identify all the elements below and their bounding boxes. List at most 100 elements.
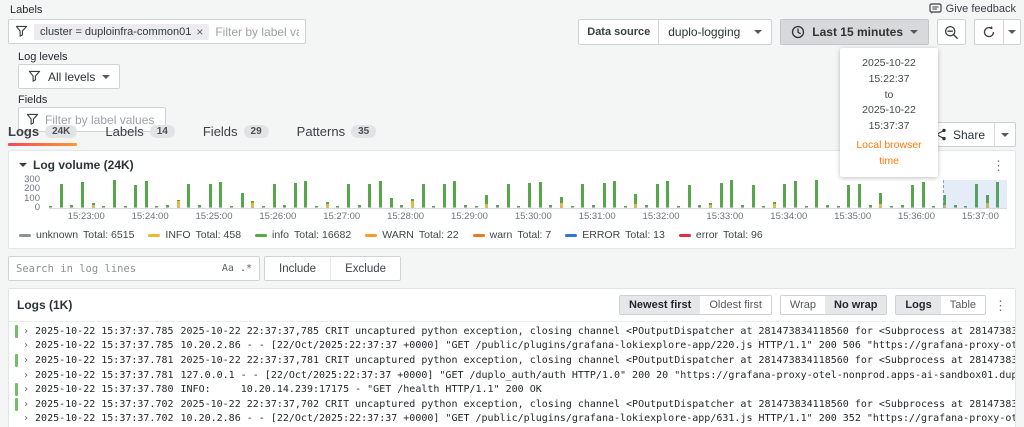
data-source-picker[interactable]: Data source duplo-logging bbox=[578, 19, 772, 45]
volume-bar bbox=[102, 206, 105, 207]
volume-bar bbox=[730, 207, 733, 208]
volume-bar bbox=[560, 203, 563, 207]
expand-row-icon[interactable]: › bbox=[23, 355, 29, 366]
log-row[interactable]: ›2025-10-22 15:37:37.780INFO: 10.20.14.2… bbox=[9, 382, 1015, 397]
logs-panel: Logs (1K) Newest firstOldest first WrapNo… bbox=[8, 288, 1016, 427]
volume-bar bbox=[358, 207, 361, 208]
expand-row-icon[interactable]: › bbox=[23, 384, 29, 395]
legend-item-WARN[interactable]: WARNTotal: 22 bbox=[365, 229, 458, 241]
volume-bar bbox=[251, 201, 254, 203]
volume-bar bbox=[177, 201, 180, 207]
tab-label: Logs bbox=[8, 124, 39, 139]
toggle-newest-first[interactable]: Newest first bbox=[620, 296, 700, 314]
label-filter-bar[interactable]: cluster = duploinfra-common01 × bbox=[8, 19, 306, 44]
x-axis-tick-label: 15:36:00 bbox=[898, 211, 935, 222]
legend-series-total: Total: 6515 bbox=[83, 229, 134, 241]
volume-bar bbox=[549, 207, 552, 208]
toggle-no-wrap[interactable]: No wrap bbox=[825, 296, 886, 314]
log-row[interactable]: ›2025-10-22 15:37:37.7022025-10-22 22:37… bbox=[9, 397, 1015, 412]
tab-patterns[interactable]: Patterns35 bbox=[297, 124, 377, 146]
log-levels-dropdown[interactable]: All levels bbox=[18, 64, 120, 89]
log-row[interactable]: ›2025-10-22 15:37:37.7852025-10-22 22:37… bbox=[9, 324, 1015, 339]
fields-section-title: Fields bbox=[18, 94, 47, 106]
volume-bar bbox=[858, 207, 861, 208]
volume-bar bbox=[592, 205, 595, 207]
volume-bar bbox=[698, 207, 701, 208]
tab-label: Labels bbox=[105, 124, 143, 139]
legend-item-error[interactable]: error Total: 96 bbox=[679, 229, 763, 241]
legend-series-name: warn bbox=[490, 229, 513, 241]
refresh-button[interactable] bbox=[975, 20, 1003, 44]
volume-bar bbox=[411, 201, 414, 207]
funnel-icon bbox=[28, 70, 41, 83]
legend-item-info[interactable]: infoTotal: 16682 bbox=[255, 229, 351, 241]
volume-bar bbox=[837, 206, 840, 207]
log-timestamp: 2025-10-22 15:37:37.785 bbox=[35, 340, 173, 351]
volume-bar bbox=[645, 205, 648, 207]
log-row[interactable]: ›2025-10-22 15:37:37.70210.20.2.86 - - [… bbox=[9, 412, 1015, 427]
volume-bar bbox=[773, 207, 776, 208]
expand-row-icon[interactable]: › bbox=[23, 326, 29, 337]
toggle-logs[interactable]: Logs bbox=[896, 296, 940, 314]
legend-series-total: Total: 96 bbox=[723, 229, 763, 241]
legend-series-name: error bbox=[696, 229, 718, 241]
log-row[interactable]: ›2025-10-22 15:37:37.7812025-10-22 22:37… bbox=[9, 353, 1015, 368]
case-sensitivity-toggle[interactable]: Aa bbox=[222, 263, 234, 274]
volume-bar bbox=[81, 207, 84, 208]
tooltip-timezone-note: Local browser time bbox=[846, 138, 932, 170]
volume-bar bbox=[847, 185, 850, 207]
share-options-dropdown[interactable] bbox=[994, 123, 1015, 146]
collapse-panel-icon[interactable] bbox=[19, 163, 27, 167]
give-feedback-link[interactable]: Give feedback bbox=[929, 3, 1016, 15]
zoom-out-button[interactable] bbox=[937, 19, 966, 45]
expand-row-icon[interactable]: › bbox=[23, 370, 29, 381]
volume-bar bbox=[666, 181, 669, 207]
volume-bar bbox=[613, 207, 616, 208]
tooltip-from: 2025-10-22 15:22:37 bbox=[846, 56, 932, 88]
expand-row-icon[interactable]: › bbox=[23, 399, 29, 410]
logs-title: Logs (1K) bbox=[17, 298, 72, 312]
expand-row-icon[interactable]: › bbox=[23, 340, 29, 351]
legend-item-unknown[interactable]: unknownTotal: 6515 bbox=[19, 229, 134, 241]
volume-bar bbox=[347, 207, 350, 208]
exclude-button[interactable]: Exclude bbox=[330, 257, 400, 280]
regex-toggle[interactable]: .* bbox=[240, 263, 252, 274]
expand-row-icon[interactable]: › bbox=[23, 413, 29, 424]
legend-item-INFO[interactable]: INFOTotal: 458 bbox=[148, 229, 241, 241]
refresh-interval-dropdown[interactable] bbox=[1003, 20, 1020, 44]
search-input[interactable] bbox=[16, 263, 216, 275]
tab-labels[interactable]: Labels14 bbox=[105, 124, 174, 146]
tab-label: Patterns bbox=[297, 124, 345, 139]
volume-bar bbox=[517, 207, 520, 208]
toggle-table[interactable]: Table bbox=[941, 296, 985, 314]
tab-fields[interactable]: Fields29 bbox=[203, 124, 269, 146]
log-row[interactable]: ›2025-10-22 15:37:37.781127.0.0.1 - - [2… bbox=[9, 368, 1015, 383]
x-axis-tick-label: 15:34:00 bbox=[770, 211, 807, 222]
volume-bar bbox=[358, 205, 361, 207]
panel-menu-icon[interactable]: ⋮ bbox=[992, 159, 1005, 172]
log-volume-chart[interactable] bbox=[49, 180, 1007, 209]
data-source-value[interactable]: duplo-logging bbox=[659, 19, 772, 45]
y-axis-tick-label: 300 bbox=[24, 174, 40, 185]
volume-bar bbox=[400, 207, 403, 208]
refresh-icon bbox=[982, 25, 996, 39]
label-filter-chip[interactable]: cluster = duploinfra-common01 × bbox=[34, 24, 209, 40]
chart-area: 0100200300 15:23:0015:24:0015:25:0015:26… bbox=[17, 180, 1007, 224]
include-button[interactable]: Include bbox=[265, 257, 330, 280]
time-range-picker[interactable]: Last 15 minutes bbox=[780, 19, 929, 45]
legend-item-ERROR[interactable]: ERRORTotal: 13 bbox=[565, 229, 665, 241]
remove-chip-icon[interactable]: × bbox=[196, 26, 203, 38]
tab-logs[interactable]: Logs24K bbox=[8, 124, 77, 146]
log-volume-legend: unknownTotal: 6515 INFOTotal: 458 infoTota… bbox=[19, 229, 1005, 241]
toggle-wrap[interactable]: Wrap bbox=[781, 296, 825, 314]
log-row[interactable]: ›2025-10-22 15:37:37.78510.20.2.86 - - [… bbox=[9, 339, 1015, 354]
x-axis-tick-label: 15:37:00 bbox=[962, 211, 999, 222]
logs-menu-icon[interactable]: ⋮ bbox=[994, 299, 1007, 312]
toggle-oldest-first[interactable]: Oldest first bbox=[700, 296, 771, 314]
log-search-box[interactable]: Aa .* bbox=[8, 256, 260, 281]
volume-bar bbox=[805, 206, 808, 207]
label-filter-input[interactable] bbox=[215, 25, 299, 39]
volume-bar bbox=[209, 184, 212, 207]
legend-item-warn[interactable]: warnTotal: 7 bbox=[473, 229, 552, 241]
volume-bar bbox=[400, 205, 403, 207]
